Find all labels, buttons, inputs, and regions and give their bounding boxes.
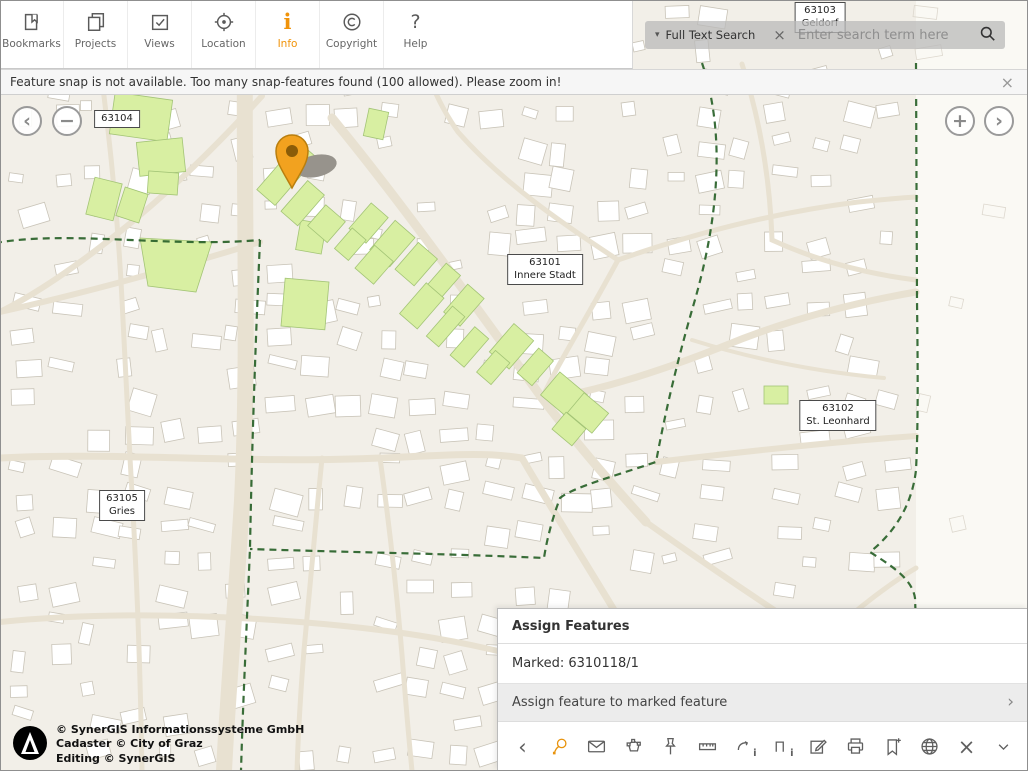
search-clear-button[interactable]: × xyxy=(763,26,796,44)
collapse-icon[interactable] xyxy=(991,734,1017,760)
chevron-right-icon: › xyxy=(1007,696,1014,709)
map-attribution: © SynerGIS Informationssysteme GmbH Cada… xyxy=(12,723,304,766)
pin-icon[interactable] xyxy=(658,734,684,760)
search-bar: ▾ Full Text Search × xyxy=(645,21,1005,49)
measure-icon[interactable] xyxy=(695,734,721,760)
back-button[interactable]: ‹ xyxy=(510,734,536,760)
views-icon xyxy=(149,9,171,35)
assign-select-icon[interactable] xyxy=(547,734,573,760)
notification-bar: Feature snap is not available. Too many … xyxy=(0,69,1028,95)
district-label: 63101 Innere Stadt xyxy=(507,254,583,285)
toolbar-projects[interactable]: Projects xyxy=(64,0,128,68)
globe-icon[interactable] xyxy=(917,734,943,760)
assign-feature-label: Assign feature to marked feature xyxy=(512,695,727,710)
toolbar-label: Info xyxy=(278,38,298,50)
toolbar-label: Copyright xyxy=(326,38,377,50)
search-input[interactable] xyxy=(796,27,974,44)
previous-view-button[interactable]: ‹ xyxy=(12,106,42,136)
toolbar-label: Views xyxy=(144,38,174,50)
panel-toolbar: ‹ i i xyxy=(498,722,1028,771)
projects-icon xyxy=(85,9,107,35)
identify-area-icon[interactable]: i xyxy=(769,734,795,760)
toolbar-help[interactable]: ? Help xyxy=(384,0,447,68)
toolbar-label: Projects xyxy=(75,38,116,50)
copyright-icon xyxy=(341,9,363,35)
search-filter-dropdown[interactable]: ▾ Full Text Search xyxy=(645,21,763,49)
help-icon: ? xyxy=(410,9,420,35)
district-label: 63102 St. Leonhard xyxy=(799,400,876,431)
toolbar-label: Bookmarks xyxy=(2,38,61,50)
location-target-icon xyxy=(213,9,235,35)
bookmarks-icon xyxy=(21,9,43,35)
attribution-line: © SynerGIS Informationssysteme GmbH xyxy=(56,723,304,737)
notification-text: Feature snap is not available. Too many … xyxy=(0,75,561,89)
mail-icon[interactable] xyxy=(584,734,610,760)
chevron-down-icon: ▾ xyxy=(655,30,660,40)
attribution-line: Editing © SynerGIS xyxy=(56,752,304,766)
assign-features-panel: Assign Features Marked: 6310118/1 Assign… xyxy=(497,608,1028,771)
search-icon xyxy=(978,24,997,46)
panel-title: Assign Features xyxy=(498,609,1028,644)
identify-line-icon[interactable]: i xyxy=(732,734,758,760)
edit-icon[interactable] xyxy=(806,734,832,760)
synergis-logo xyxy=(12,725,48,765)
assign-feature-row[interactable]: Assign feature to marked feature › xyxy=(498,684,1028,722)
zoom-out-button[interactable]: − xyxy=(52,106,82,136)
toolbar-label: Location xyxy=(201,38,245,50)
search-filter-label: Full Text Search xyxy=(666,28,756,42)
toolbar-views[interactable]: Views xyxy=(128,0,192,68)
zoom-in-button[interactable]: + xyxy=(945,106,975,136)
toolbar-label: Help xyxy=(404,38,428,50)
info-icon: i xyxy=(284,9,292,35)
print-icon[interactable] xyxy=(843,734,869,760)
toolbar-copyright[interactable]: Copyright xyxy=(320,0,384,68)
attribution-line: Cadaster © City of Graz xyxy=(56,737,304,751)
next-view-button[interactable]: › xyxy=(984,106,1014,136)
district-label: 63104 xyxy=(94,110,140,128)
notification-close-button[interactable]: × xyxy=(1001,73,1028,92)
close-icon[interactable]: × xyxy=(954,734,980,760)
toolbar-location[interactable]: Location xyxy=(192,0,256,68)
toolbar-bookmarks[interactable]: Bookmarks xyxy=(0,0,64,68)
search-button[interactable] xyxy=(974,24,1005,46)
toolbar-info[interactable]: i Info xyxy=(256,0,320,68)
marked-feature-text: Marked: 6310118/1 xyxy=(498,644,1028,684)
district-label: 63105 Gries xyxy=(99,490,145,521)
bookmark-add-icon[interactable] xyxy=(880,734,906,760)
main-toolbar: Bookmarks Projects Views Location i Info… xyxy=(0,0,633,69)
add-polygon-icon[interactable] xyxy=(621,734,647,760)
